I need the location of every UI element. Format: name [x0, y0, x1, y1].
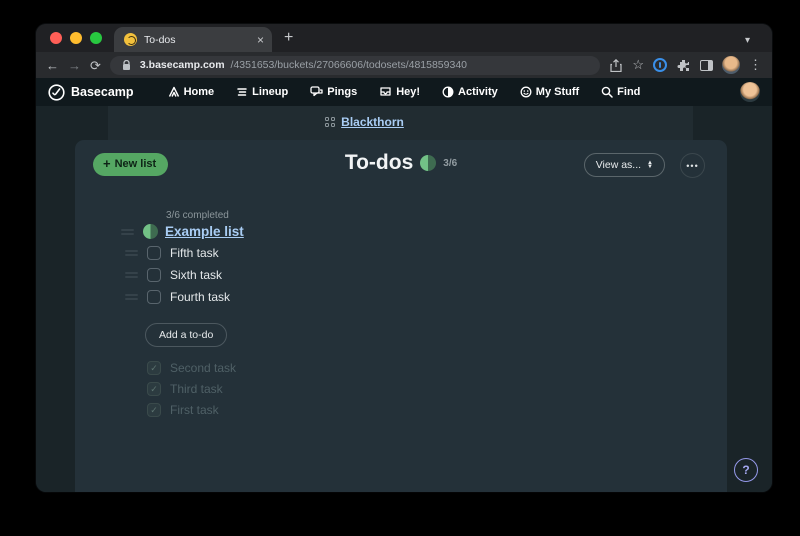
task-row: Sixth task — [147, 267, 434, 282]
task-row: Fifth task — [147, 245, 434, 260]
zoom-window-button[interactable] — [90, 32, 102, 44]
tab-strip: To-dos × + ▾ — [36, 24, 772, 52]
minimize-window-button[interactable] — [70, 32, 82, 44]
pings-icon — [310, 86, 323, 98]
lock-icon — [120, 58, 134, 72]
page-title: To-dos — [345, 151, 413, 175]
drag-handle-icon[interactable] — [121, 229, 134, 235]
new-list-button[interactable]: + New list — [93, 153, 168, 176]
todos-card: + New list To-dos 3/6 View as... ▲▼ ••• … — [75, 140, 727, 492]
task-label: Sixth task — [170, 268, 222, 282]
select-updown-icon: ▲▼ — [647, 161, 653, 169]
completed-task-row: ✓ Second task — [147, 361, 434, 375]
nav-my-stuff[interactable]: My Stuff — [520, 86, 579, 98]
user-avatar[interactable] — [740, 82, 760, 102]
nav-home[interactable]: Home — [168, 86, 215, 98]
browser-toolbar: ← → ⟳ 3.basecamp.com /4351653/buckets/27… — [36, 52, 772, 78]
task-checkbox[interactable] — [147, 268, 161, 282]
completed-task-row: ✓ First task — [147, 403, 434, 417]
progress-count: 3/6 — [443, 158, 457, 169]
url-path: /4351653/buckets/27066606/todosets/48158… — [231, 59, 467, 71]
url-domain: 3.basecamp.com — [140, 59, 225, 71]
drag-handle-icon[interactable] — [125, 250, 138, 256]
my-stuff-smiley-icon — [520, 86, 532, 98]
task-checkbox-checked[interactable]: ✓ — [147, 382, 161, 396]
forward-button[interactable]: → — [68, 59, 81, 72]
breadcrumb: Blackthorn — [36, 115, 693, 129]
basecamp-logo-icon — [48, 84, 65, 101]
browser-menu-icon[interactable]: ⋮ — [749, 57, 762, 73]
task-label: Fourth task — [170, 290, 230, 304]
list-name-link[interactable]: Example list — [165, 224, 244, 239]
bookmark-star-icon[interactable]: ☆ — [632, 57, 644, 73]
new-tab-button[interactable]: + — [272, 29, 293, 52]
drag-handle-icon[interactable] — [125, 294, 138, 300]
completed-task-label: Second task — [170, 361, 236, 375]
basecamp-logo[interactable]: Basecamp — [48, 84, 134, 101]
basecamp-header: Basecamp Home Lineup Pings Hey! Activity — [36, 78, 772, 106]
back-button[interactable]: ← — [46, 59, 59, 72]
window-controls — [36, 32, 114, 52]
help-button[interactable]: ? — [734, 458, 758, 482]
task-checkbox[interactable] — [147, 246, 161, 260]
task-checkbox[interactable] — [147, 290, 161, 304]
card-toolbar: + New list To-dos 3/6 View as... ▲▼ ••• — [75, 140, 727, 194]
onepassword-extension-icon[interactable] — [653, 58, 667, 72]
progress-pie-icon — [420, 155, 436, 171]
nav-pings[interactable]: Pings — [310, 86, 357, 98]
project-grid-icon — [325, 117, 335, 127]
more-options-button[interactable]: ••• — [680, 153, 705, 178]
hey-tray-icon — [379, 86, 392, 98]
browser-tab-todos[interactable]: To-dos × — [114, 27, 272, 52]
reload-button[interactable]: ⟳ — [90, 59, 101, 72]
todos-page: Blackthorn + New list To-dos 3/6 View as… — [36, 106, 772, 492]
browser-window: To-dos × + ▾ ← → ⟳ 3.basecamp.com /43516… — [36, 24, 772, 492]
nav-activity[interactable]: Activity — [442, 86, 498, 98]
nav-lineup[interactable]: Lineup — [236, 86, 288, 98]
drag-handle-icon[interactable] — [125, 272, 138, 278]
nav-find[interactable]: Find — [601, 86, 640, 98]
tab-search-chevron-icon[interactable]: ▾ — [745, 35, 750, 46]
close-window-button[interactable] — [50, 32, 62, 44]
lineup-icon — [236, 86, 248, 98]
extensions-puzzle-icon[interactable] — [676, 58, 690, 72]
view-as-select[interactable]: View as... ▲▼ — [584, 153, 665, 177]
completed-task-row: ✓ Third task — [147, 382, 434, 396]
home-icon — [168, 86, 180, 98]
tab-title: To-dos — [144, 34, 250, 46]
list-progress-pie-icon — [143, 224, 158, 239]
add-todo-button[interactable]: Add a to-do — [145, 323, 227, 347]
basecamp-favicon — [124, 33, 137, 46]
activity-icon — [442, 86, 454, 98]
task-row: Fourth task — [147, 289, 434, 304]
breadcrumb-project-link[interactable]: Blackthorn — [341, 115, 404, 129]
side-panel-icon[interactable] — [699, 58, 713, 72]
nav-hey[interactable]: Hey! — [379, 86, 420, 98]
tab-close-icon[interactable]: × — [257, 34, 264, 46]
task-label: Fifth task — [170, 246, 219, 260]
browser-profile-avatar[interactable] — [722, 56, 740, 74]
main-nav: Home Lineup Pings Hey! Activity My Stuff — [36, 86, 772, 98]
completed-summary: 3/6 completed — [166, 210, 434, 221]
completed-task-label: Third task — [170, 382, 223, 396]
list-title-row: Example list — [143, 224, 434, 239]
address-bar[interactable]: 3.basecamp.com /4351653/buckets/27066606… — [110, 56, 600, 75]
task-checkbox-checked[interactable]: ✓ — [147, 403, 161, 417]
search-icon — [601, 86, 613, 98]
completed-task-label: First task — [170, 403, 219, 417]
share-icon[interactable] — [609, 58, 623, 72]
todo-list: 3/6 completed Example list Fifth task Si… — [134, 210, 434, 417]
task-checkbox-checked[interactable]: ✓ — [147, 361, 161, 375]
brand-name: Basecamp — [71, 85, 134, 99]
